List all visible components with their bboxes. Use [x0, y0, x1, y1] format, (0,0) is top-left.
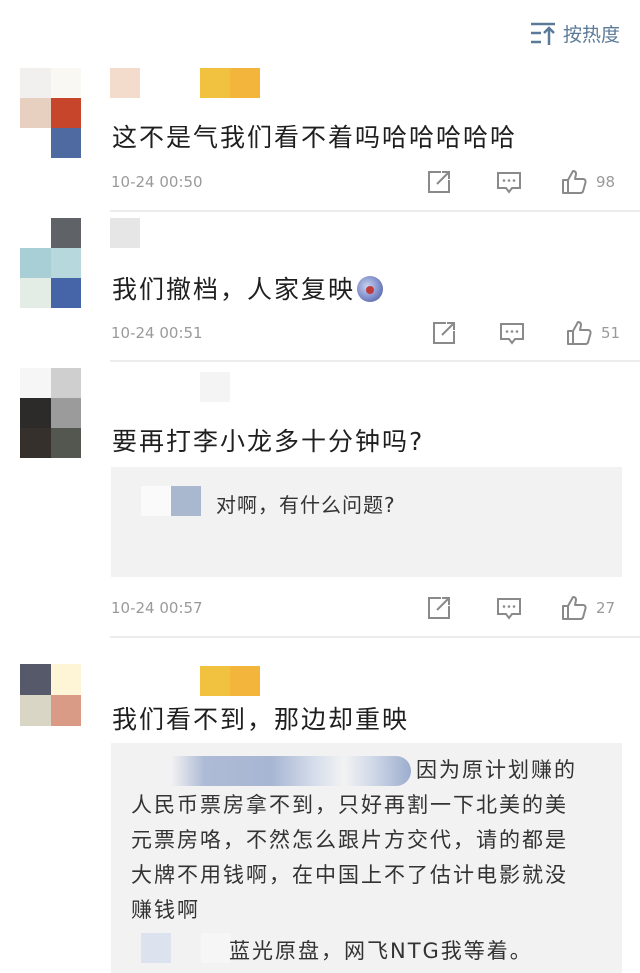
username[interactable] [110, 666, 140, 696]
reply-line: 元票房咯，不然怎么跟片方交代，请的都是 [131, 828, 568, 852]
username[interactable] [110, 372, 230, 402]
username[interactable] [110, 218, 140, 248]
reply-line: 因为原计划赚的 [416, 758, 577, 782]
emoji-icon [357, 276, 384, 302]
reply-username[interactable] [171, 486, 201, 516]
thumbs-up-icon [562, 596, 587, 620]
reply-box[interactable]: 对啊，有什么问题? [111, 467, 622, 577]
username[interactable] [110, 68, 170, 98]
reply-line: 人民币票房拿不到，只好再割一下北美的美 [131, 793, 568, 817]
comment-icon [497, 598, 521, 620]
sort-icon [530, 22, 555, 45]
like-count: 51 [601, 324, 621, 342]
reply-box[interactable]: 因为原计划赚的 人民币票房拿不到，只好再割一下北美的美 元票房咯，不然怎么跟片方… [111, 743, 622, 973]
reply-text: 对啊，有什么问题? [216, 493, 396, 517]
reply-button[interactable] [498, 318, 526, 348]
reply-button[interactable] [495, 593, 523, 623]
comment-text: 我们看不到，那边却重映 [112, 705, 410, 734]
avatar[interactable] [20, 368, 81, 458]
divider [110, 360, 640, 362]
reply-line: 赚钱啊 [131, 898, 200, 922]
share-button[interactable] [425, 167, 453, 197]
like-count: 98 [596, 173, 616, 191]
avatar[interactable] [20, 218, 81, 308]
like-button[interactable]: 98 [560, 167, 615, 197]
thumbs-up-icon [567, 321, 592, 345]
reply-username[interactable] [141, 486, 171, 516]
comment-text: 要再打李小龙多十分钟吗? [112, 427, 425, 456]
divider [110, 210, 640, 212]
share-icon [433, 322, 455, 344]
reply-username[interactable] [141, 933, 171, 963]
share-button[interactable] [430, 318, 458, 348]
reply-line: 大牌不用钱啊，在中国上不了估计电影就没 [131, 863, 568, 887]
like-button[interactable]: 27 [560, 593, 615, 623]
avatar[interactable] [20, 68, 81, 158]
sort-label: 按热度 [562, 23, 620, 46]
reply-button[interactable] [495, 167, 523, 197]
comment-time: 10-24 00:57 [111, 599, 203, 617]
user-badge [200, 68, 260, 98]
comment-time: 10-24 00:51 [111, 324, 203, 342]
share-icon [428, 597, 450, 619]
user-badge [200, 666, 260, 696]
comment-icon [497, 172, 521, 194]
avatar[interactable] [20, 664, 81, 726]
comment-text-content: 我们撤档，人家复映 [112, 275, 356, 304]
share-button[interactable] [425, 593, 453, 623]
reply-text: 蓝光原盘，网飞NTG我等着。 [229, 939, 533, 963]
comment-time: 10-24 00:50 [111, 173, 203, 191]
share-icon [428, 171, 450, 193]
comment-text: 这不是气我们看不着吗哈哈哈哈哈 [112, 123, 518, 152]
comment-icon [500, 323, 524, 345]
sort-by-heat-button[interactable]: 按热度 [529, 18, 620, 48]
like-button[interactable]: 51 [565, 318, 620, 348]
reply-text: 因为原计划赚的 人民币票房拿不到，只好再割一下北美的美 元票房咯，不然怎么跟片方… [131, 753, 611, 928]
thumbs-up-icon [562, 170, 587, 194]
divider [110, 636, 640, 638]
like-count: 27 [596, 599, 616, 617]
comment-text: 我们撤档，人家复映 [112, 270, 384, 306]
reply-username[interactable] [201, 933, 231, 963]
